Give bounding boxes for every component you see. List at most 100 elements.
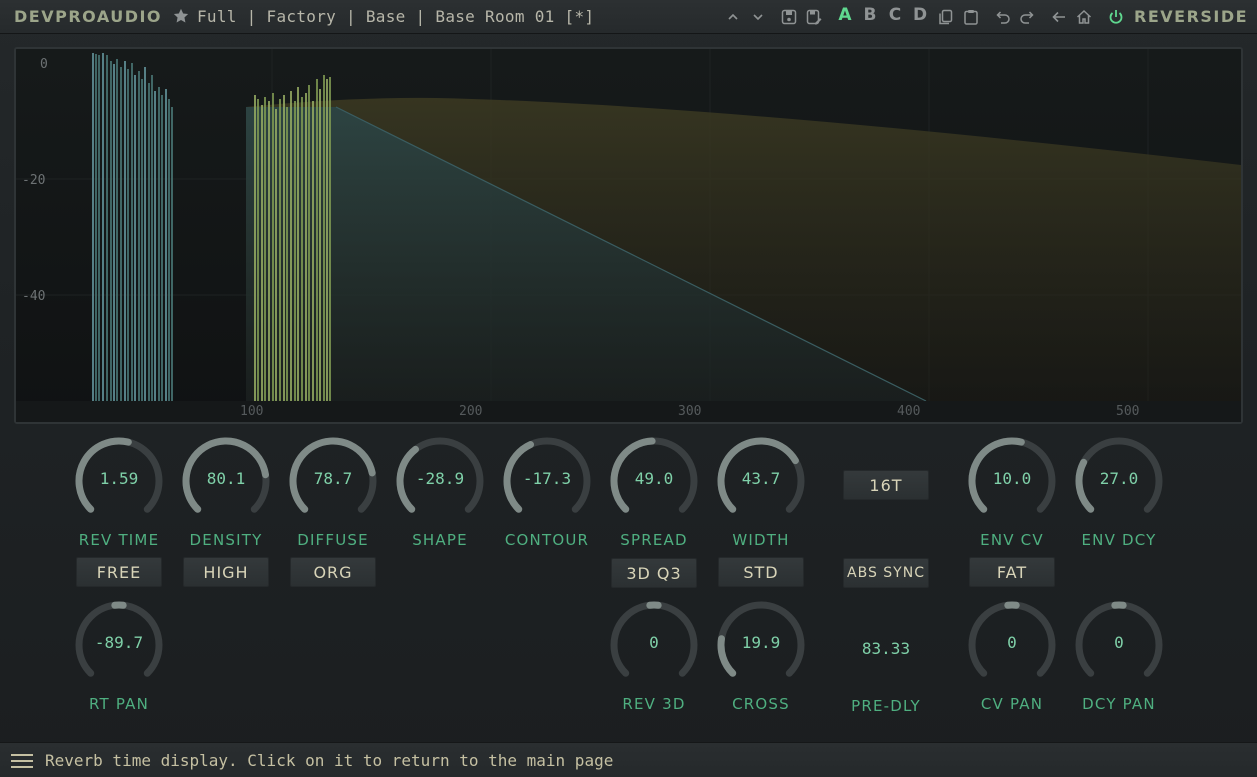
- reflection-bar: [286, 107, 288, 401]
- spread-knob[interactable]: 49.0: [608, 435, 700, 527]
- reflection-bar: [290, 91, 292, 401]
- rt-pan-knob[interactable]: -89.7: [73, 599, 165, 691]
- reflection-bar: [98, 55, 100, 401]
- knob-value: -89.7: [94, 633, 144, 652]
- brand-logo[interactable]: DEVPROAUDIO: [14, 7, 162, 26]
- free-button[interactable]: FREE: [76, 557, 162, 587]
- 3d-q3-button[interactable]: 3D Q3: [611, 558, 697, 588]
- abs-sync-button[interactable]: ABS SYNC: [843, 558, 929, 588]
- x-axis-band: [16, 401, 1241, 422]
- reflection-bar: [326, 79, 328, 401]
- reflection-bar: [165, 89, 167, 401]
- density-label: DENSITY: [189, 531, 263, 549]
- x-tick-label: 400: [897, 404, 921, 419]
- reflection-bar: [323, 75, 325, 401]
- reflection-bar: [261, 105, 263, 401]
- reflection-bar: [294, 101, 296, 401]
- knob-value: -17.3: [522, 469, 572, 488]
- env-cv-label: ENV CV: [980, 531, 1044, 549]
- reflection-bar: [116, 59, 118, 401]
- status-text: Reverb time display. Click on it to retu…: [45, 751, 614, 770]
- reflection-bar: [319, 89, 321, 401]
- knob-value: 43.7: [741, 469, 781, 488]
- reflection-bar: [102, 53, 104, 401]
- star-icon[interactable]: [172, 7, 190, 25]
- pre-dly-label: PRE-DLY: [851, 697, 921, 715]
- product-name: REVERSIDE: [1134, 7, 1249, 26]
- cross-knob[interactable]: 19.9: [715, 599, 807, 691]
- std-button[interactable]: STD: [718, 557, 804, 587]
- diffuse-label: DIFFUSE: [297, 531, 369, 549]
- reflection-bar: [127, 69, 129, 401]
- fat-button[interactable]: FAT: [969, 557, 1055, 587]
- pre-dly-value[interactable]: 83.33: [841, 639, 931, 658]
- slot-b-button[interactable]: B: [863, 5, 877, 25]
- reflection-bar: [138, 71, 140, 401]
- reflection-bar: [141, 79, 143, 401]
- reflection-bar: [264, 97, 266, 401]
- org-button[interactable]: ORG: [290, 557, 376, 587]
- reflection-bar: [257, 99, 259, 401]
- dcy-pan-knob[interactable]: 0: [1073, 599, 1165, 691]
- env-dcy-knob[interactable]: 27.0: [1073, 435, 1165, 527]
- slot-c-button[interactable]: C: [888, 5, 902, 25]
- rev-time-label: REV TIME: [78, 531, 160, 549]
- save-icon[interactable]: [780, 8, 798, 26]
- reflection-bar: [301, 97, 303, 401]
- reverb-graph: [16, 49, 1241, 422]
- width-label: WIDTH: [732, 531, 790, 549]
- diffuse-knob[interactable]: 78.7: [287, 435, 379, 527]
- reflection-bar: [151, 75, 153, 401]
- knob-value: 0: [1114, 633, 1124, 652]
- cv-pan-knob[interactable]: 0: [966, 599, 1058, 691]
- reverb-time-display[interactable]: 0 -20 -40 100 200 300 400 500: [14, 47, 1243, 424]
- copy-icon[interactable]: [937, 8, 955, 26]
- top-bar: DEVPROAUDIO Full | Factory | Base | Base…: [0, 0, 1257, 34]
- reflection-bar: [95, 54, 97, 401]
- y-tick-label: -20: [22, 173, 46, 188]
- chevron-down-icon[interactable]: [749, 8, 767, 26]
- x-tick-label: 500: [1116, 404, 1140, 419]
- knob-value: 49.0: [634, 469, 674, 488]
- plugin-window: DEVPROAUDIO Full | Factory | Base | Base…: [0, 0, 1257, 777]
- reflection-bar: [329, 77, 331, 401]
- env-dcy-label: ENV DCY: [1081, 531, 1157, 549]
- chevron-up-icon[interactable]: [724, 8, 742, 26]
- knob-value: 19.9: [741, 633, 781, 652]
- high-button[interactable]: HIGH: [183, 557, 269, 587]
- home-icon[interactable]: [1075, 8, 1093, 26]
- density-knob[interactable]: 80.1: [180, 435, 272, 527]
- undo-icon[interactable]: [994, 8, 1012, 26]
- menu-icon[interactable]: [11, 752, 33, 770]
- reflection-bar: [272, 93, 274, 401]
- reflection-bar: [283, 95, 285, 401]
- contour-knob[interactable]: -17.3: [501, 435, 593, 527]
- width-knob[interactable]: 43.7: [715, 435, 807, 527]
- slot-d-button[interactable]: D: [913, 5, 927, 25]
- dcy-pan-label: DCY PAN: [1082, 695, 1156, 713]
- contour-label: CONTOUR: [504, 531, 590, 549]
- preset-name[interactable]: Full | Factory | Base | Base Room 01 [*]: [197, 7, 594, 26]
- rev-time-knob[interactable]: 1.59: [73, 435, 165, 527]
- save-as-icon[interactable]: [805, 8, 823, 26]
- knob-value: 0: [1007, 633, 1017, 652]
- reflection-bar: [308, 85, 310, 401]
- preset-selector[interactable]: Full | Factory | Base | Base Room 01 [*]: [172, 5, 594, 27]
- shape-knob[interactable]: -28.9: [394, 435, 486, 527]
- paste-icon[interactable]: [962, 8, 980, 26]
- power-icon[interactable]: [1107, 8, 1125, 26]
- slot-a-button[interactable]: A: [838, 5, 852, 25]
- status-bar: Reverb time display. Click on it to retu…: [0, 742, 1257, 777]
- x-tick-label: 200: [459, 404, 483, 419]
- reflection-bar: [305, 93, 307, 401]
- env-cv-knob[interactable]: 10.0: [966, 435, 1058, 527]
- redo-icon[interactable]: [1018, 8, 1036, 26]
- back-arrow-icon[interactable]: [1050, 8, 1068, 26]
- knob-value: 80.1: [206, 469, 246, 488]
- y-tick-label: 0: [40, 57, 48, 72]
- knob-value: 10.0: [992, 469, 1032, 488]
- reflection-bar: [92, 53, 94, 401]
- 16t-button[interactable]: 16T: [843, 470, 929, 500]
- knob-value: -28.9: [415, 469, 465, 488]
- rev-3d-knob[interactable]: 0: [608, 599, 700, 691]
